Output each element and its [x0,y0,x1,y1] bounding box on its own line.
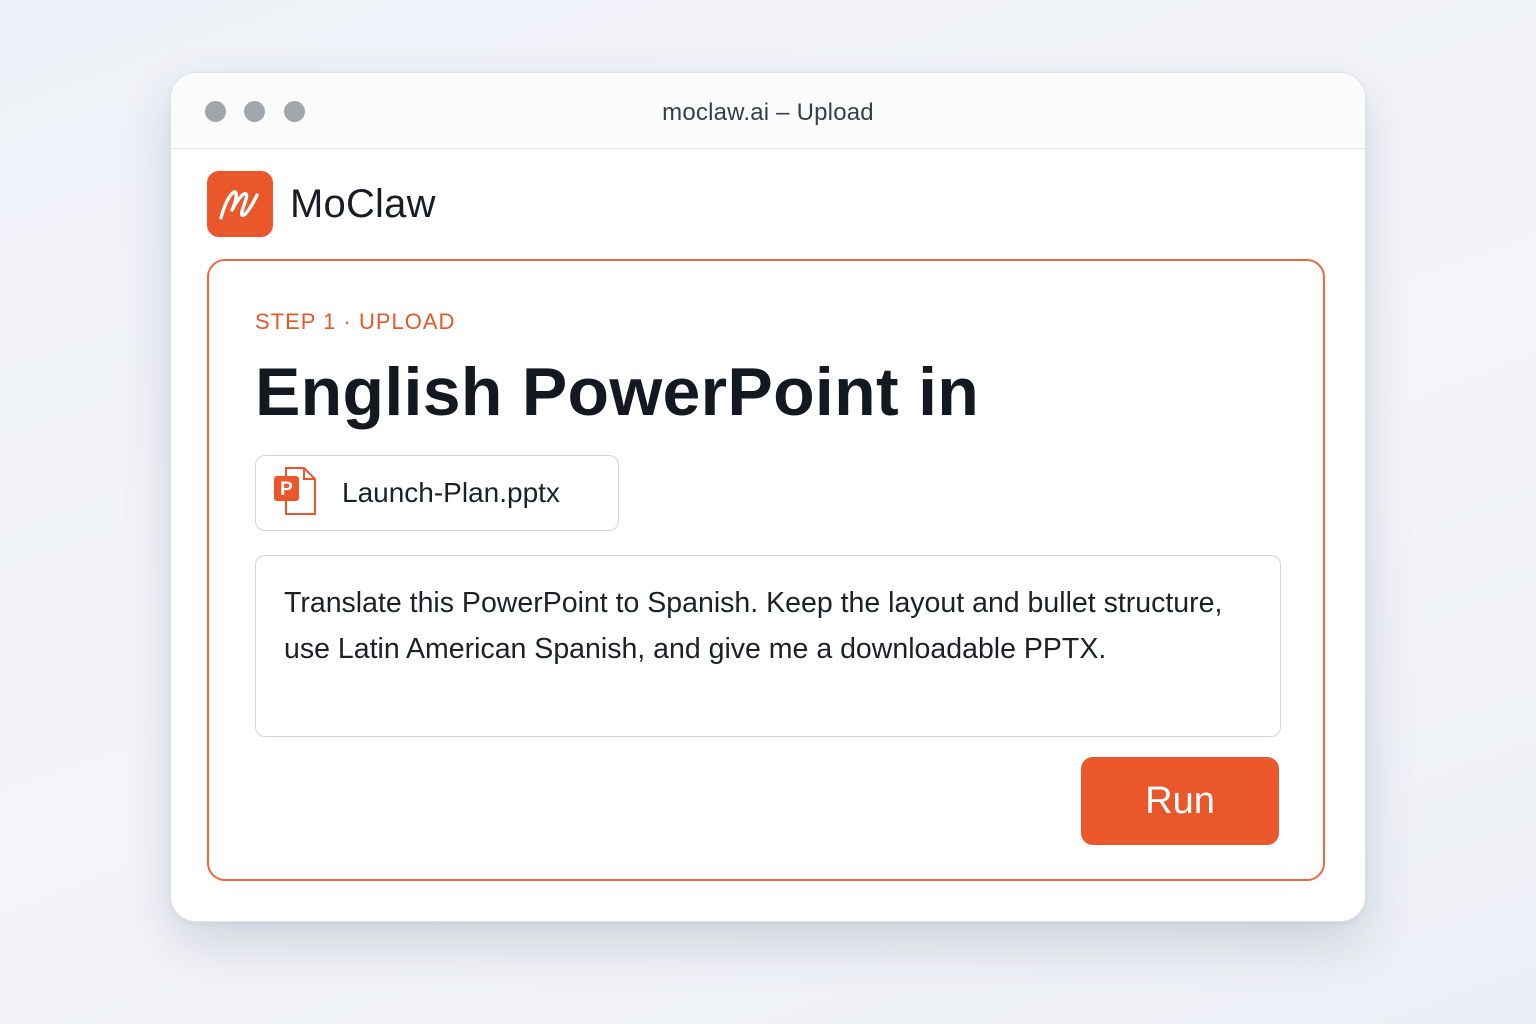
svg-text:P: P [280,479,293,500]
brand-name: MoClaw [290,181,436,226]
attached-file-chip[interactable]: P Launch-Plan.pptx [255,455,619,531]
powerpoint-file-icon: P [272,465,318,522]
page-title: English PowerPoint in [255,354,980,430]
step-label: STEP 1 · UPLOAD [255,309,456,334]
prompt-input[interactable]: Translate this PowerPoint to Spanish. Ke… [255,555,1281,737]
brand-header: MoClaw [207,171,436,237]
scribble-signature-icon [207,171,273,237]
upload-card: STEP 1 · UPLOAD English PowerPoint in P … [207,259,1325,881]
file-name: Launch-Plan.pptx [342,477,560,508]
browser-window: moclaw.ai – Upload MoClaw STEP 1 · UPLOA… [170,72,1366,922]
window-titlebar: moclaw.ai – Upload [171,73,1365,149]
run-button[interactable]: Run [1081,757,1279,845]
window-title: moclaw.ai – Upload [662,99,874,126]
